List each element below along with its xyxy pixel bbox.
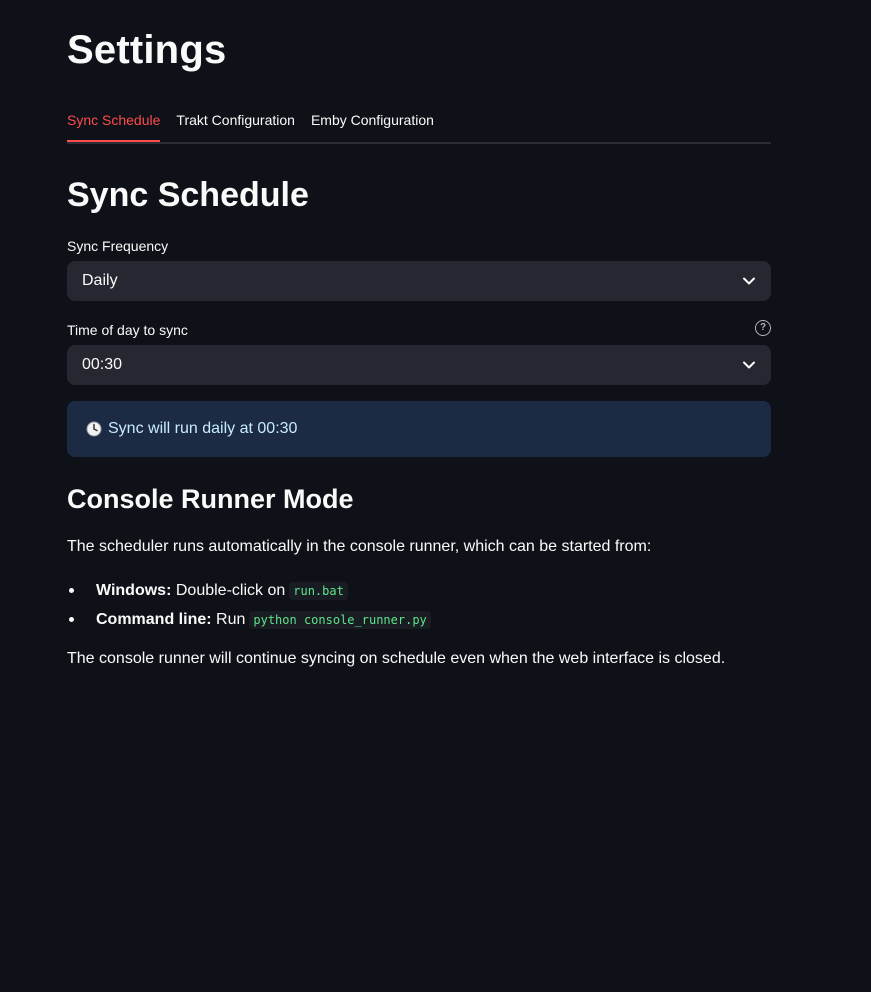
page-title: Settings	[67, 28, 227, 72]
chevron-down-icon	[742, 274, 756, 288]
sync-frequency-label: Sync Frequency	[67, 238, 169, 254]
code-snippet: run.bat	[289, 581, 348, 600]
section-title: Sync Schedule	[67, 176, 309, 214]
question-circle-icon[interactable]: ?	[755, 320, 771, 336]
time-of-day-select[interactable]: 00:30	[67, 345, 771, 385]
sync-frequency-select[interactable]: Daily	[67, 261, 771, 301]
list-item: Command line: Run python console_runner.…	[67, 605, 431, 634]
list-item-text: Double-click on	[175, 581, 286, 599]
console-runner-intro: The scheduler runs automatically in the …	[67, 538, 652, 555]
tab-bar: Sync Schedule Trakt Configuration Emby C…	[67, 100, 771, 144]
console-runner-list: Windows: Double-click on run.bat Command…	[67, 576, 431, 634]
list-item-text: Run	[216, 610, 246, 628]
sync-frequency-value: Daily	[82, 272, 118, 289]
info-alert: Sync will run daily at 00:30	[67, 401, 771, 457]
tab-sync-schedule[interactable]: Sync Schedule	[67, 100, 161, 142]
list-item-label: Command line:	[96, 610, 212, 628]
list-item-label: Windows:	[96, 581, 172, 599]
tab-emby-configuration[interactable]: Emby Configuration	[311, 100, 434, 140]
list-item: Windows: Double-click on run.bat	[67, 576, 431, 605]
info-text: Sync will run daily at 00:30	[108, 420, 298, 437]
console-runner-outro: The console runner will continue syncing…	[67, 650, 726, 667]
time-of-day-value: 00:30	[82, 356, 123, 373]
code-snippet: python console_runner.py	[249, 610, 431, 629]
time-of-day-label: Time of day to sync	[67, 322, 188, 338]
clock-icon	[86, 421, 102, 437]
chevron-down-icon	[742, 358, 756, 372]
tab-trakt-configuration[interactable]: Trakt Configuration	[176, 100, 295, 140]
console-runner-heading: Console Runner Mode	[67, 484, 354, 514]
